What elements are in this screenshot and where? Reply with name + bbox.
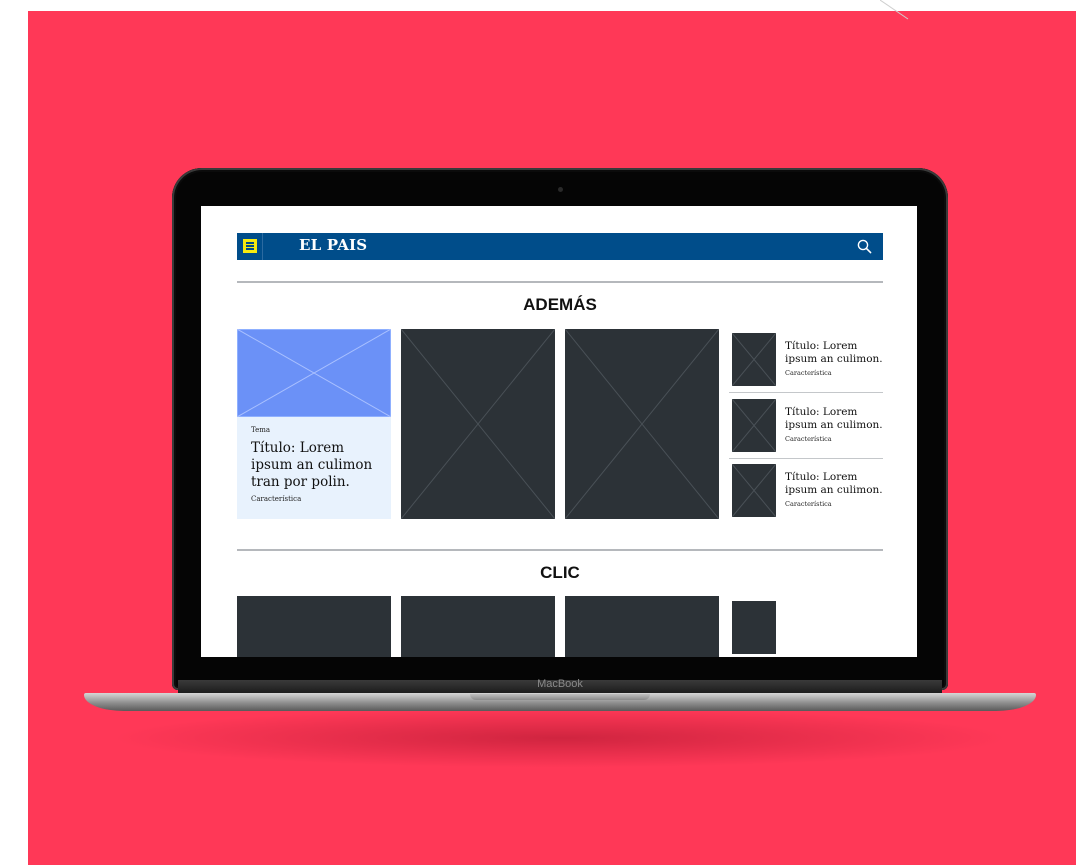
featured-feature-label: Característica bbox=[251, 495, 302, 503]
article-image-placeholder[interactable] bbox=[401, 596, 555, 657]
menu-button[interactable] bbox=[237, 233, 263, 260]
section-divider bbox=[237, 281, 883, 283]
side-article-feature: Característica bbox=[785, 369, 832, 377]
article-image-placeholder[interactable] bbox=[565, 329, 719, 519]
side-article-item[interactable]: Título: Lorem ipsum an culimon. Caracter… bbox=[729, 395, 883, 461]
laptop-screen: EL PAIS ADEMÁS Tema Título: Lorem ipsum … bbox=[201, 206, 917, 657]
side-article-item[interactable]: Título: Lorem ipsum an culimon. Caracter… bbox=[729, 460, 883, 526]
side-article-title[interactable]: Título: Lorem ipsum an culimon. bbox=[785, 406, 883, 432]
section-divider bbox=[237, 549, 883, 551]
camera-icon bbox=[558, 187, 563, 192]
side-article-title[interactable]: Título: Lorem ipsum an culimon. bbox=[785, 340, 883, 366]
featured-topic-label: Tema bbox=[251, 426, 271, 434]
featured-image-placeholder bbox=[237, 329, 391, 417]
side-article-feature: Característica bbox=[785, 500, 832, 508]
article-image-placeholder[interactable] bbox=[237, 596, 391, 657]
hamburger-menu-icon bbox=[243, 239, 257, 253]
laptop-brand-label: MacBook bbox=[537, 678, 583, 690]
section-title-clic: CLIC bbox=[540, 563, 580, 582]
article-image-placeholder[interactable] bbox=[565, 596, 719, 657]
laptop-notch bbox=[470, 694, 650, 700]
side-thumbnail-placeholder bbox=[731, 463, 777, 518]
decorative-line bbox=[880, 0, 909, 20]
navbar: EL PAIS bbox=[237, 233, 883, 260]
article-image-placeholder[interactable] bbox=[401, 329, 555, 519]
search-icon[interactable] bbox=[857, 239, 872, 254]
laptop-shadow bbox=[110, 708, 1010, 768]
side-thumbnail-placeholder bbox=[731, 332, 777, 387]
side-thumbnail-placeholder[interactable] bbox=[732, 601, 776, 654]
list-divider bbox=[729, 458, 883, 459]
featured-title[interactable]: Título: Lorem ipsum an culimon tran por … bbox=[251, 440, 385, 491]
side-thumbnail-placeholder bbox=[731, 398, 777, 453]
site-logo[interactable]: EL PAIS bbox=[299, 236, 367, 254]
side-article-item[interactable]: Título: Lorem ipsum an culimon. Caracter… bbox=[729, 329, 883, 395]
featured-article-card[interactable]: Tema Título: Lorem ipsum an culimon tran… bbox=[237, 329, 391, 519]
side-article-feature: Característica bbox=[785, 435, 832, 443]
section-title-ademas: ADEMÁS bbox=[523, 295, 597, 314]
list-divider bbox=[729, 392, 883, 393]
side-article-title[interactable]: Título: Lorem ipsum an culimon. bbox=[785, 471, 883, 497]
